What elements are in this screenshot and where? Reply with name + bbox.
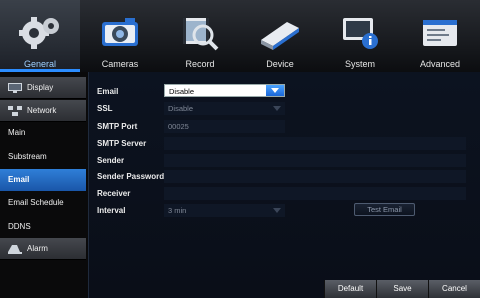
interval-select-value: 3 min xyxy=(168,206,187,215)
smtp-port-input[interactable]: 00025 xyxy=(164,120,285,133)
tab-label: Cameras xyxy=(101,59,139,69)
sender-input[interactable] xyxy=(164,154,466,167)
default-button[interactable]: Default xyxy=(324,280,376,298)
hard-drive-icon xyxy=(261,22,299,50)
sidebar-item-substream[interactable]: Substream xyxy=(0,146,86,168)
tab-advanced[interactable]: Advanced xyxy=(400,0,480,72)
email-settings-panel: Email Disable SSL Disable SMTP Port 0002… xyxy=(88,72,480,298)
sidebar-item-label: Substream xyxy=(8,152,47,161)
email-label: Email xyxy=(97,87,119,96)
email-select-value: Disable xyxy=(169,87,195,96)
sidebar-item-label: Alarm xyxy=(27,244,48,253)
tab-label: Advanced xyxy=(419,59,461,69)
interval-label: Interval xyxy=(97,206,126,215)
sidebar-item-network[interactable]: Network xyxy=(0,100,86,122)
sidebar-item-label: Main xyxy=(8,128,26,137)
save-button[interactable]: Save xyxy=(376,280,428,298)
sender-password-input[interactable] xyxy=(164,170,466,183)
sender-password-label: Sender Password xyxy=(97,172,165,181)
sidebar-item-email-schedule[interactable]: Email Schedule xyxy=(0,192,86,214)
sidebar-item-label: Email Schedule xyxy=(8,198,64,207)
ssl-select-value: Disable xyxy=(168,104,194,113)
alarm-camera-icon xyxy=(8,244,22,254)
ssl-label: SSL xyxy=(97,104,113,113)
tab-system[interactable]: System xyxy=(320,0,400,72)
smtp-port-label: SMTP Port xyxy=(97,122,138,131)
tab-label: General xyxy=(23,59,57,69)
receiver-input[interactable] xyxy=(164,187,466,200)
tab-label: Device xyxy=(266,59,294,69)
sidebar-item-main[interactable]: Main xyxy=(0,122,86,144)
network-icon xyxy=(8,105,22,116)
smtp-server-input[interactable] xyxy=(164,137,466,150)
sidebar-item-label: DDNS xyxy=(8,222,31,231)
tab-device[interactable]: Device xyxy=(240,0,320,72)
tab-label: Record xyxy=(185,59,215,69)
cancel-button[interactable]: Cancel xyxy=(428,280,480,298)
chevron-down-icon xyxy=(273,106,281,111)
top-tab-bar: General Cameras Record Device System Adv… xyxy=(0,0,480,72)
monitor-info-icon xyxy=(343,18,378,49)
sidebar-item-ddns[interactable]: DDNS xyxy=(0,216,86,238)
sender-label: Sender xyxy=(97,156,125,165)
sidebar-item-label: Email xyxy=(8,175,30,184)
gear-icon xyxy=(19,17,59,49)
interval-select[interactable]: 3 min xyxy=(164,204,285,217)
receiver-label: Receiver xyxy=(97,189,131,198)
display-icon xyxy=(8,82,22,93)
sidebar-item-alarm[interactable]: Alarm xyxy=(0,238,86,260)
camera-icon xyxy=(102,18,138,46)
ssl-select[interactable]: Disable xyxy=(164,102,285,115)
smtp-server-label: SMTP Server xyxy=(97,139,147,148)
tab-record[interactable]: Record xyxy=(160,0,240,72)
chevron-down-icon xyxy=(273,208,281,213)
sidebar-item-label: Display xyxy=(27,83,54,92)
email-select[interactable]: Disable xyxy=(164,84,285,97)
test-email-button[interactable]: Test Email xyxy=(354,203,415,216)
tab-cameras[interactable]: Cameras xyxy=(80,0,160,72)
sidebar-item-display[interactable]: Display xyxy=(0,77,86,99)
chevron-down-icon[interactable] xyxy=(266,85,284,96)
film-magnifier-icon xyxy=(183,18,219,51)
settings-sidebar: Display Network Main Substream Email Ema… xyxy=(0,72,88,298)
sidebar-item-email[interactable]: Email xyxy=(0,169,86,191)
tab-general[interactable]: General xyxy=(0,0,80,72)
advanced-settings-icon xyxy=(423,20,457,46)
tab-label: System xyxy=(344,59,375,69)
sidebar-item-label: Network xyxy=(27,106,57,115)
